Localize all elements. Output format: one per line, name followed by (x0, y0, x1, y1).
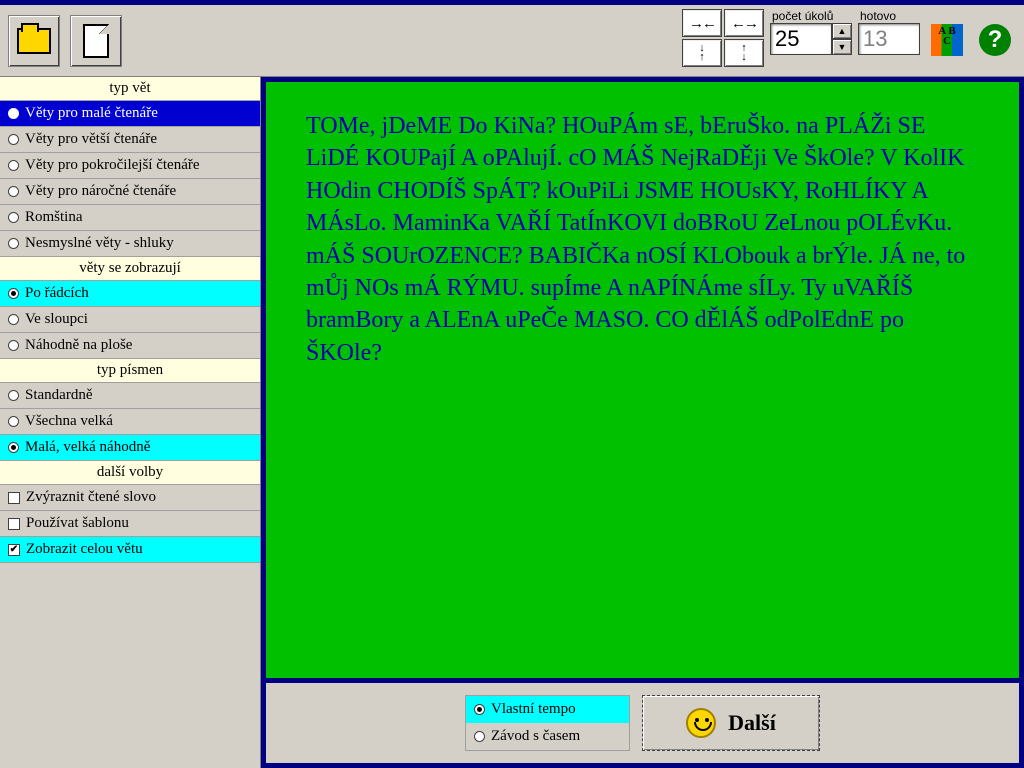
display-mode-option-2[interactable]: Náhodně na ploše (0, 333, 260, 359)
abc-icon: A BC (931, 24, 963, 56)
option-label: Závod s časem (491, 728, 580, 745)
done-count-label: hotovo (858, 9, 920, 23)
letter-type-option-2[interactable]: Malá, velká náhodně (0, 435, 260, 461)
sentence-type-option-3[interactable]: Věty pro náročné čtenáře (0, 179, 260, 205)
tasks-count-label: počet úkolů (770, 9, 852, 23)
option-label: Věty pro náročné čtenáře (25, 183, 176, 200)
sidebar: typ vět Věty pro malé čtenáře Věty pro v… (0, 77, 261, 768)
radio-icon (8, 238, 19, 249)
nav-buttons: →← ←→ ↓↑ ↑↓ (682, 9, 764, 67)
new-document-button[interactable] (70, 15, 122, 67)
group-header-other: další volby (0, 461, 260, 485)
radio-icon (8, 134, 19, 145)
smiley-icon (686, 708, 716, 738)
help-button[interactable]: ? (974, 19, 1016, 61)
letter-type-option-0[interactable]: Standardně (0, 383, 260, 409)
sentence-type-option-4[interactable]: Romština (0, 205, 260, 231)
nav-vertical-in-button[interactable]: ↓↑ (682, 39, 722, 67)
option-label: Náhodně na ploše (25, 337, 132, 354)
option-label: Používat šablonu (26, 515, 129, 532)
option-label: Po řádcích (25, 285, 89, 302)
folder-icon (17, 28, 51, 54)
radio-icon (8, 212, 19, 223)
group-header-sentence-type: typ vět (0, 77, 260, 101)
radio-icon (8, 416, 19, 427)
radio-icon (8, 314, 19, 325)
tempo-option-0[interactable]: Vlastní tempo (466, 696, 629, 723)
sentence-type-option-2[interactable]: Věty pro pokročilejší čtenáře (0, 153, 260, 179)
document-icon (83, 24, 109, 58)
option-label: Nesmyslné věty - shluky (25, 235, 174, 252)
nav-vertical-out-button[interactable]: ↑↓ (724, 39, 764, 67)
sentence-type-option-0[interactable]: Věty pro malé čtenáře (0, 101, 260, 127)
radio-icon (474, 731, 485, 742)
tempo-option-1[interactable]: Závod s časem (466, 723, 629, 750)
color-settings-button[interactable]: A BC (926, 19, 968, 61)
radio-icon (8, 340, 19, 351)
option-label: Zvýraznit čtené slovo (26, 489, 156, 506)
sentence-type-option-5[interactable]: Nesmyslné věty - shluky (0, 231, 260, 257)
letter-type-option-1[interactable]: Všechna velká (0, 409, 260, 435)
option-label: Věty pro pokročilejší čtenáře (25, 157, 200, 174)
radio-icon (8, 390, 19, 401)
tasks-count-input[interactable]: 25 (770, 23, 832, 55)
done-count-value: 13 (858, 23, 920, 55)
option-label: Malá, velká náhodně (25, 439, 150, 456)
nav-horizontal-out-button[interactable]: ←→ (724, 9, 764, 37)
tasks-spin-up[interactable]: ▲ (832, 23, 852, 39)
group-header-letter-type: typ písmen (0, 359, 260, 383)
radio-icon (8, 108, 19, 119)
radio-icon (8, 442, 19, 453)
other-option-1[interactable]: Používat šablonu (0, 511, 260, 537)
other-option-2[interactable]: ✔ Zobrazit celou větu (0, 537, 260, 563)
checkbox-icon: ✔ (8, 544, 20, 556)
toolbar: →← ←→ ↓↑ ↑↓ počet úkolů 25 ▲ ▼ hotovo 13 (0, 0, 1024, 77)
sentence-type-option-1[interactable]: Věty pro větší čtenáře (0, 127, 260, 153)
next-button-label: Další (728, 710, 776, 736)
radio-icon (8, 186, 19, 197)
radio-icon (8, 288, 19, 299)
tasks-spin-down[interactable]: ▼ (832, 39, 852, 55)
content-area: TOMe, jDeME Do KiNa? HOuPÁm sE, bEruŠko.… (261, 77, 1024, 768)
checkbox-icon (8, 518, 20, 530)
checkbox-icon (8, 492, 20, 504)
next-button[interactable]: Další (642, 695, 820, 751)
option-label: Vlastní tempo (491, 701, 576, 718)
tempo-group: Vlastní tempo Závod s časem (465, 695, 630, 751)
option-label: Věty pro větší čtenáře (25, 131, 157, 148)
option-label: Všechna velká (25, 413, 113, 430)
open-folder-button[interactable] (8, 15, 60, 67)
display-mode-option-0[interactable]: Po řádcích (0, 281, 260, 307)
help-icon: ? (979, 24, 1011, 56)
radio-icon (8, 160, 19, 171)
radio-icon (474, 704, 485, 715)
option-label: Romština (25, 209, 83, 226)
option-label: Věty pro malé čtenáře (25, 105, 158, 122)
other-option-0[interactable]: Zvýraznit čtené slovo (0, 485, 260, 511)
display-mode-option-1[interactable]: Ve sloupci (0, 307, 260, 333)
option-label: Ve sloupci (25, 311, 88, 328)
nav-horizontal-in-button[interactable]: →← (682, 9, 722, 37)
option-label: Zobrazit celou větu (26, 541, 143, 558)
option-label: Standardně (25, 387, 92, 404)
reading-text: TOMe, jDeME Do KiNa? HOuPÁm sE, bEruŠko.… (266, 82, 1019, 678)
group-header-display-mode: věty se zobrazují (0, 257, 260, 281)
bottom-bar: Vlastní tempo Závod s časem Další (266, 683, 1019, 763)
